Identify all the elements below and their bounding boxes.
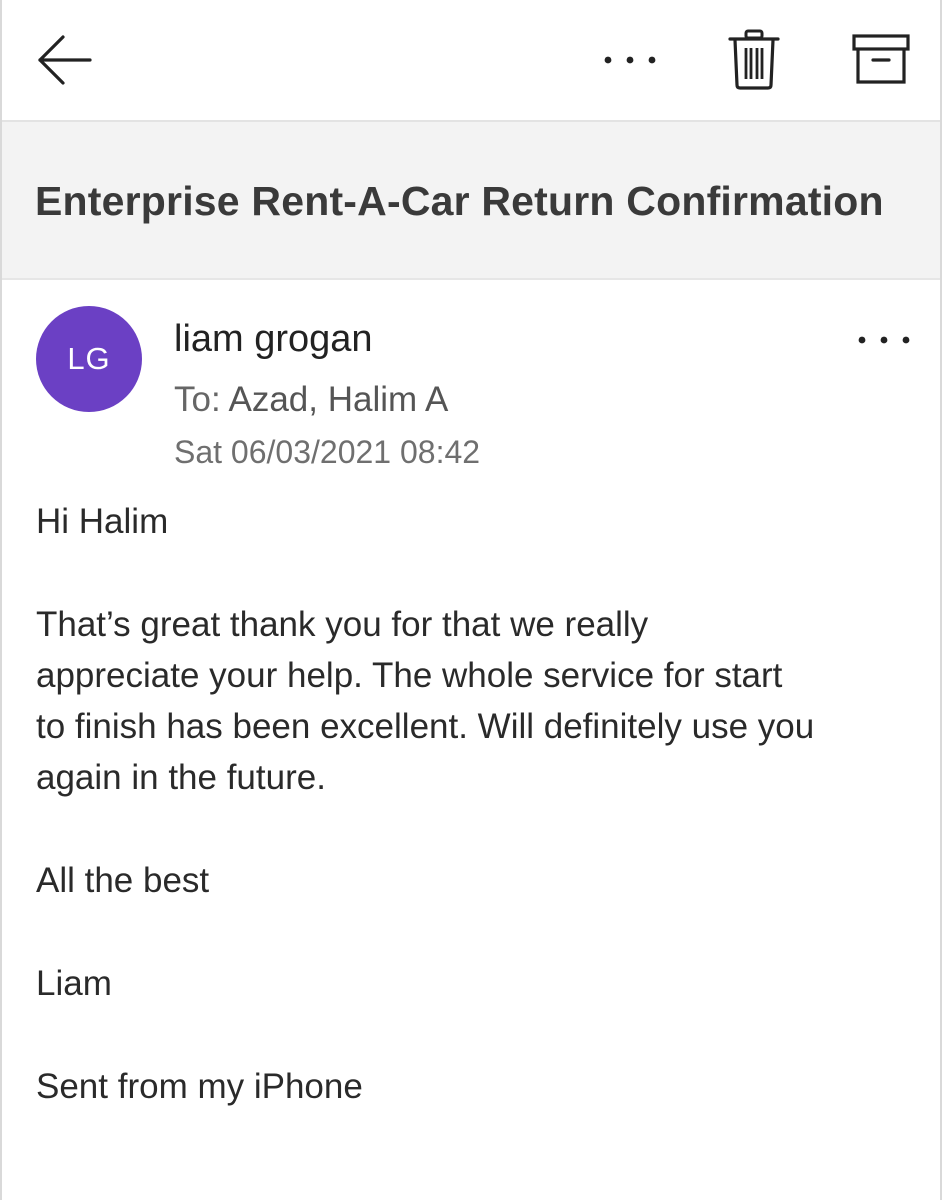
body-closing: All the best: [36, 861, 210, 900]
body-greeting: Hi Halim: [36, 502, 169, 541]
email-reading-pane: Enterprise Rent-A-Car Return Confirmatio…: [0, 0, 942, 1200]
sender-name[interactable]: liam grogan: [174, 318, 373, 361]
back-button[interactable]: [32, 28, 96, 92]
sender-avatar[interactable]: LG: [36, 306, 142, 412]
to-label: To:: [174, 380, 221, 419]
archive-button[interactable]: [848, 28, 914, 90]
body-footer: Sent from my iPhone: [36, 1067, 363, 1106]
recipient-line[interactable]: To: Azad, Halim A: [174, 380, 448, 420]
delete-button[interactable]: [724, 26, 784, 92]
message-more-button[interactable]: [852, 320, 916, 360]
recipient-name: Azad, Halim A: [228, 380, 449, 419]
email-subject: Enterprise Rent-A-Car Return Confirmatio…: [35, 178, 884, 224]
sent-date: Sat 06/03/2021 08:42: [174, 434, 481, 470]
trash-icon: [728, 29, 780, 90]
body-paragraph: That’s great thank you for that we reall…: [36, 605, 815, 797]
body-signature: Liam: [36, 964, 112, 1003]
archive-icon: [852, 34, 910, 84]
arrow-left-icon: [38, 35, 92, 85]
top-toolbar: [2, 0, 940, 122]
more-options-button[interactable]: [598, 36, 662, 84]
ellipsis-icon: [604, 56, 656, 64]
avatar-initials: LG: [67, 341, 111, 376]
ellipsis-icon: [858, 336, 910, 344]
email-body: Hi Halim That’s great thank you for that…: [36, 496, 916, 1112]
